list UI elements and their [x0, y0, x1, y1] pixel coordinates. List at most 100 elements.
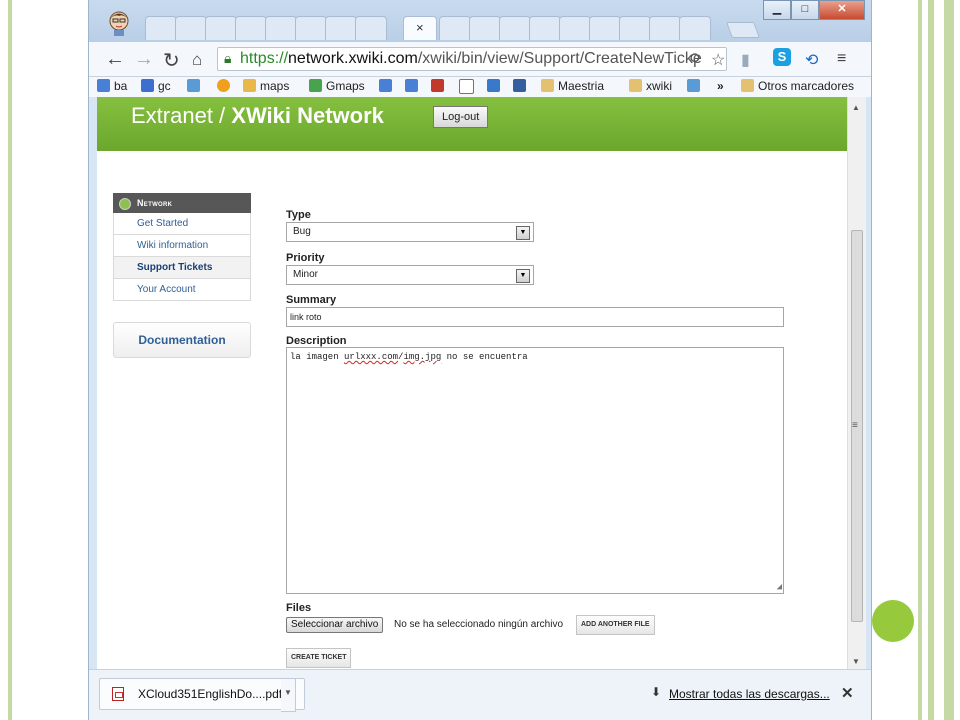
tab[interactable]: [175, 16, 207, 40]
download-item[interactable]: XCloud351EnglishDo....pdf: [99, 678, 305, 710]
close-download-bar-icon[interactable]: ✕: [841, 684, 854, 702]
decorative-circle: [872, 600, 914, 642]
bookmarks-overflow[interactable]: »: [717, 79, 724, 93]
bookmark-windows[interactable]: [487, 79, 504, 93]
menu-icon[interactable]: ≡: [837, 50, 846, 68]
reload-icon[interactable]: ↻: [163, 48, 180, 73]
profile-avatar-icon[interactable]: [105, 8, 133, 36]
maximize-button[interactable]: □: [791, 0, 819, 20]
url-path: /xwiki/bin/view/Support/CreateNewTicke: [417, 50, 702, 67]
minimize-button[interactable]: ▁: [763, 0, 791, 20]
zoom-search-icon[interactable]: ⚲: [689, 50, 701, 70]
tab[interactable]: [439, 16, 471, 40]
skype-icon[interactable]: S: [773, 48, 791, 66]
scroll-up-icon[interactable]: ▲: [852, 103, 860, 112]
download-arrow-icon: ⬇: [651, 685, 662, 699]
windows-icon: [487, 79, 500, 92]
bookmark-gmail[interactable]: [459, 79, 478, 95]
sidebar-item-your-account[interactable]: Your Account: [113, 279, 251, 301]
tab[interactable]: [205, 16, 237, 40]
slide-bar-right-2: [928, 0, 934, 720]
files-label: Files: [286, 602, 312, 614]
tab[interactable]: [145, 16, 177, 40]
type-value: Bug: [293, 226, 311, 237]
translate2-icon: [405, 79, 418, 92]
type-label: Type: [286, 209, 311, 221]
bookmark-chart[interactable]: [687, 79, 704, 93]
tab[interactable]: [295, 16, 327, 40]
tab[interactable]: [529, 16, 561, 40]
tab[interactable]: [499, 16, 531, 40]
bookmark-gc[interactable]: gc: [141, 79, 171, 93]
logout-button[interactable]: Log-out: [433, 106, 489, 128]
type-select[interactable]: Bug ▼: [286, 222, 534, 242]
url-scheme: https://: [240, 50, 289, 67]
documentation-link[interactable]: Documentation: [113, 322, 251, 358]
tab[interactable]: [469, 16, 501, 40]
bookmark-folder-maestria[interactable]: Maestria: [541, 79, 604, 93]
tab[interactable]: [235, 16, 267, 40]
show-all-downloads-link[interactable]: Mostrar todas las descargas...: [669, 687, 830, 701]
gmail-icon: [459, 79, 474, 94]
dropdown-arrow-icon: ▼: [516, 226, 530, 240]
tab[interactable]: [265, 16, 297, 40]
slide-bar-left: [8, 0, 12, 720]
new-tab-button[interactable]: [726, 22, 760, 38]
bookmark-fn[interactable]: [513, 79, 530, 93]
back-arrow-icon[interactable]: ←: [105, 48, 125, 71]
bookmark-translate[interactable]: [379, 79, 396, 93]
resize-grip-icon[interactable]: ◢: [777, 582, 782, 592]
bookmark-label: gc: [158, 79, 171, 93]
photo-icon: [187, 79, 200, 92]
tab[interactable]: [325, 16, 357, 40]
home-icon[interactable]: ⌂: [192, 50, 202, 70]
bookmark-label: Otros marcadores: [758, 79, 855, 93]
tab[interactable]: [649, 16, 681, 40]
summary-input[interactable]: link roto: [286, 307, 784, 327]
bookmark-maps[interactable]: maps: [243, 79, 289, 93]
scroll-down-icon[interactable]: ▼: [852, 657, 860, 666]
chart-icon: [687, 79, 700, 92]
bookmark-folder-xwiki[interactable]: xwiki: [629, 79, 672, 93]
sync-icon[interactable]: ⟲: [805, 50, 818, 70]
page-scrollbar[interactable]: ▲ ≡ ▼: [847, 97, 866, 669]
close-window-button[interactable]: ✕: [819, 0, 865, 20]
priority-value: Minor: [293, 269, 319, 280]
bookmark-pie[interactable]: [217, 79, 234, 93]
tab-close-icon[interactable]: ×: [416, 20, 424, 35]
address-bar[interactable]: 🔒︎ https://network.xwiki.com/xwiki/bin/v…: [217, 47, 727, 71]
bookmark-plus[interactable]: [431, 79, 448, 93]
bookmark-photo[interactable]: [187, 79, 204, 93]
sidebar-header: Network: [113, 193, 251, 213]
tab[interactable]: [559, 16, 591, 40]
dropdown-arrow-icon: ▼: [516, 269, 530, 283]
folder-icon: [629, 79, 642, 92]
bookmark-star-icon[interactable]: ☆: [711, 50, 725, 70]
add-another-file-button[interactable]: ADD ANOTHER FILE: [576, 615, 655, 635]
choose-file-button[interactable]: Seleccionar archivo: [286, 617, 384, 633]
bookmark-folder-otros[interactable]: Otros marcadores: [741, 79, 854, 93]
sidebar-item-support-tickets[interactable]: Support Tickets: [113, 257, 251, 279]
tab[interactable]: [679, 16, 711, 40]
bookmark-gmaps[interactable]: Gmaps: [309, 79, 365, 93]
tab[interactable]: [589, 16, 621, 40]
download-menu-arrow-icon[interactable]: ▼: [281, 678, 296, 712]
sidebar-item-get-started[interactable]: Get Started: [113, 213, 251, 235]
bookmark-translate-2[interactable]: [405, 79, 422, 93]
description-text: no se encuentra: [441, 352, 528, 362]
description-label: Description: [286, 335, 347, 347]
description-link: urlxxx.com: [344, 352, 399, 362]
tab[interactable]: [619, 16, 651, 40]
forward-arrow-icon[interactable]: →: [134, 48, 154, 71]
signal-icon[interactable]: ▮: [741, 50, 750, 70]
scroll-grip-icon: ≡: [852, 420, 858, 431]
sidebar-item-wiki-information[interactable]: Wiki information: [113, 235, 251, 257]
folder-icon: [541, 79, 554, 92]
description-textarea[interactable]: la imagen urlxxx.com/img.jpg no se encue…: [286, 347, 784, 594]
bookmark-label: Gmaps: [326, 79, 365, 93]
tab[interactable]: [355, 16, 387, 40]
title-bar: × ▁ □ ✕: [89, 0, 871, 42]
bookmark-ba[interactable]: ba: [97, 79, 127, 93]
create-ticket-button[interactable]: CREATE TICKET: [286, 648, 352, 668]
priority-select[interactable]: Minor ▼: [286, 265, 534, 285]
